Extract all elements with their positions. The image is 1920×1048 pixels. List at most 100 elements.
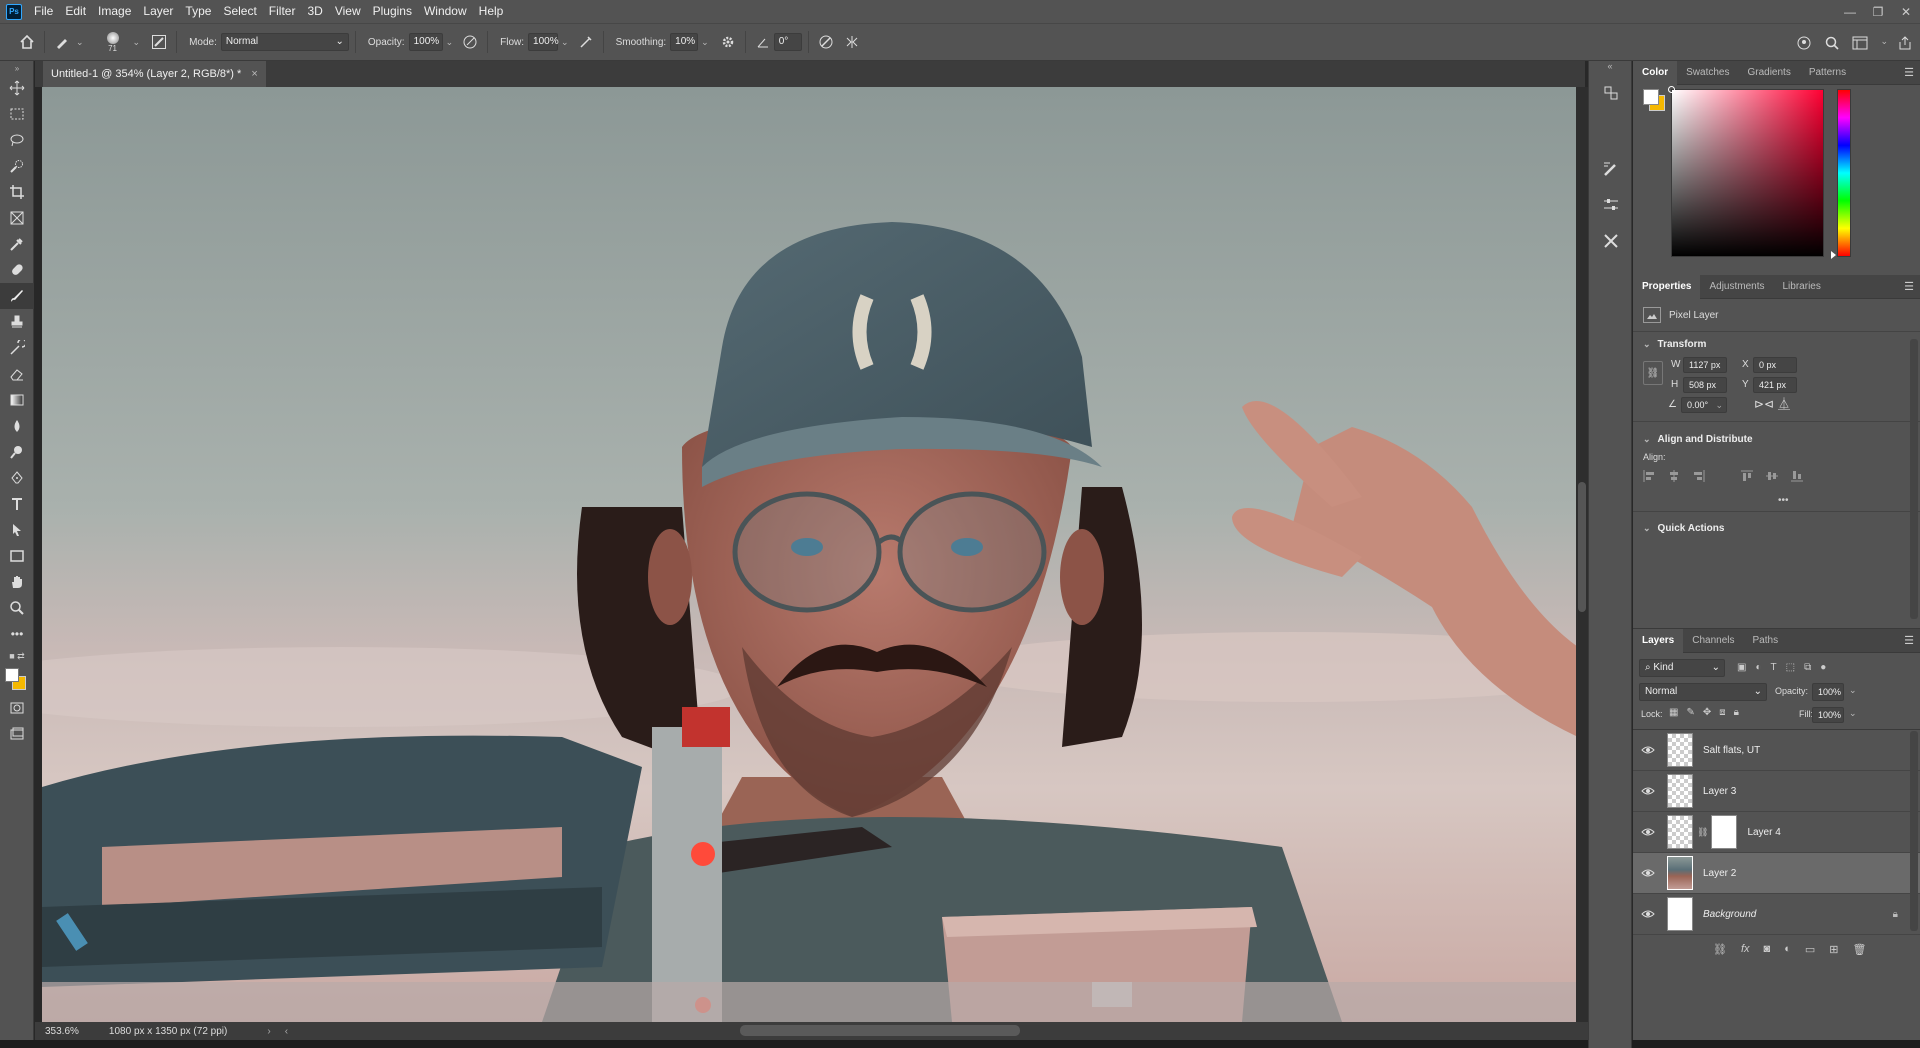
clone-stamp-tool-icon[interactable] (0, 309, 34, 335)
menu-3d[interactable]: 3D (301, 0, 328, 23)
filter-smart-object-icon[interactable]: ⧉ (1804, 662, 1811, 673)
flow-dropdown[interactable]: ⌄ (561, 37, 569, 48)
quick-actions-section[interactable]: ⌄ Quick Actions (1643, 523, 1724, 534)
pressure-opacity-icon[interactable] (459, 31, 481, 53)
mode-select[interactable]: Normal ⌄ (220, 33, 349, 51)
close-tab-icon[interactable]: × (251, 68, 257, 80)
menu-help[interactable]: Help (473, 0, 510, 23)
healing-brush-tool-icon[interactable] (0, 257, 34, 283)
add-mask-icon[interactable]: ◙ (1764, 943, 1771, 956)
tab-swatches[interactable]: Swatches (1677, 61, 1738, 85)
align-distribute-section[interactable]: ⌄ Align and Distribute (1643, 434, 1753, 445)
adjustments-panel-icon[interactable] (1589, 187, 1633, 223)
brush-preset-icon[interactable] (51, 31, 73, 53)
smoothing-dropdown[interactable]: ⌄ (701, 37, 709, 48)
rotation-input[interactable]: 0.00° ⌄ (1681, 397, 1727, 413)
brush-picker[interactable]: 71 (96, 25, 130, 59)
brush-settings-panel-icon[interactable] (1589, 151, 1633, 187)
chain-link-icon[interactable]: ⛓ (1697, 827, 1708, 838)
move-tool-icon[interactable] (0, 75, 34, 101)
hue-slider-handle[interactable] (1831, 251, 1836, 259)
new-group-icon[interactable]: ▭ (1805, 943, 1815, 956)
layer-name[interactable]: Layer 4 (1747, 827, 1780, 838)
panel-menu-icon[interactable]: ☰ (1904, 280, 1914, 293)
restore-icon[interactable]: ❐ (1864, 0, 1892, 23)
layer-mask-thumbnail[interactable] (1711, 815, 1738, 849)
close-icon[interactable]: ✕ (1892, 0, 1920, 23)
brush-angle-input[interactable]: 0° (773, 33, 802, 51)
tab-paths[interactable]: Paths (1744, 629, 1788, 653)
foreground-color-swatch[interactable] (5, 668, 19, 682)
layer-name[interactable]: Salt flats, UT (1703, 745, 1760, 756)
layer-row[interactable]: Background 🔒︎ (1633, 894, 1920, 935)
tools-presets-icon[interactable] (1589, 223, 1633, 259)
transform-section[interactable]: ⌄ Transform (1643, 339, 1706, 350)
pressure-size-icon[interactable] (815, 31, 837, 53)
edit-toolbar-icon[interactable]: ••• (0, 621, 34, 647)
align-middle-v-icon[interactable] (1766, 470, 1778, 482)
layer-filter-select[interactable]: ⌕ Kind ⌄ (1639, 659, 1725, 677)
tab-color[interactable]: Color (1633, 60, 1678, 85)
quick-selection-tool-icon[interactable] (0, 153, 34, 179)
filter-shape-icon[interactable]: ⬚ (1786, 662, 1795, 673)
color-panel-foreground-swatch[interactable] (1643, 89, 1659, 105)
layer-name[interactable]: Layer 3 (1703, 786, 1736, 797)
marquee-tool-icon[interactable] (0, 101, 34, 127)
width-input[interactable]: 1127 px (1683, 357, 1727, 373)
menu-image[interactable]: Image (92, 0, 137, 23)
properties-scrollbar[interactable] (1910, 339, 1918, 619)
fill-dropdown[interactable]: ⌄ (1849, 708, 1857, 719)
dodge-tool-icon[interactable] (0, 439, 34, 465)
y-input[interactable]: 421 px (1753, 377, 1797, 393)
menu-type[interactable]: Type (179, 0, 217, 23)
history-panel-icon[interactable] (1589, 75, 1633, 111)
lock-artboard-icon[interactable]: ⧈ (1719, 707, 1725, 718)
vertical-scroll-thumb[interactable] (1578, 482, 1586, 612)
rectangle-tool-icon[interactable] (0, 543, 34, 569)
align-bottom-icon[interactable] (1791, 470, 1803, 482)
tab-adjustments[interactable]: Adjustments (1700, 275, 1773, 299)
eye-icon[interactable] (1633, 868, 1663, 878)
menu-layer[interactable]: Layer (137, 0, 179, 23)
smoothing-input[interactable]: 10% (670, 33, 699, 51)
tab-gradients[interactable]: Gradients (1738, 61, 1799, 85)
menu-edit[interactable]: Edit (59, 0, 92, 23)
horizontal-scroll-thumb[interactable] (740, 1025, 1020, 1036)
filter-toggle-icon[interactable]: ● (1820, 662, 1826, 673)
workspace-dropdown[interactable]: ⌄ (1880, 36, 1888, 54)
collapse-panels-icon[interactable]: « (1589, 61, 1631, 75)
link-layers-icon[interactable]: ⛓ (1713, 943, 1727, 956)
align-left-icon[interactable] (1643, 470, 1655, 482)
adjustment-layer-icon[interactable]: ◐ (1784, 943, 1791, 956)
eyedropper-tool-icon[interactable] (0, 231, 34, 257)
layers-scrollbar[interactable] (1910, 731, 1918, 931)
delete-layer-icon[interactable]: 🗑︎ (1852, 943, 1866, 956)
menu-view[interactable]: View (329, 0, 367, 23)
tab-properties[interactable]: Properties (1633, 274, 1701, 299)
canvas-area[interactable] (35, 87, 1588, 1022)
menu-window[interactable]: Window (418, 0, 473, 23)
more-options-icon[interactable]: ••• (1778, 495, 1789, 506)
hue-slider[interactable] (1837, 89, 1851, 257)
fx-icon[interactable]: fx (1741, 943, 1750, 956)
filter-type-icon[interactable]: T (1771, 662, 1777, 673)
symmetry-icon[interactable] (841, 31, 863, 53)
eraser-tool-icon[interactable] (0, 361, 34, 387)
lock-image-icon[interactable]: ✎ (1686, 707, 1694, 718)
type-tool-icon[interactable] (0, 491, 34, 517)
eye-icon[interactable] (1633, 909, 1663, 919)
tab-channels[interactable]: Channels (1683, 629, 1743, 653)
home-icon[interactable] (16, 31, 38, 53)
collapse-toolbar-icon[interactable]: » (0, 61, 34, 75)
search-icon[interactable] (1821, 32, 1843, 54)
link-dimensions-icon[interactable]: ⛓ (1643, 361, 1663, 385)
pen-tool-icon[interactable] (0, 465, 34, 491)
layer-opacity-dropdown[interactable]: ⌄ (1849, 685, 1857, 696)
color-swatches[interactable] (0, 665, 34, 695)
crop-tool-icon[interactable] (0, 179, 34, 205)
opacity-input[interactable]: 100% (408, 33, 443, 51)
align-right-icon[interactable] (1693, 470, 1705, 482)
layer-row[interactable]: ⛓ Layer 4 (1633, 812, 1920, 853)
lock-transparent-icon[interactable]: ▦ (1669, 707, 1678, 718)
flip-horizontal-icon[interactable]: ⊳⊲ (1754, 397, 1774, 411)
